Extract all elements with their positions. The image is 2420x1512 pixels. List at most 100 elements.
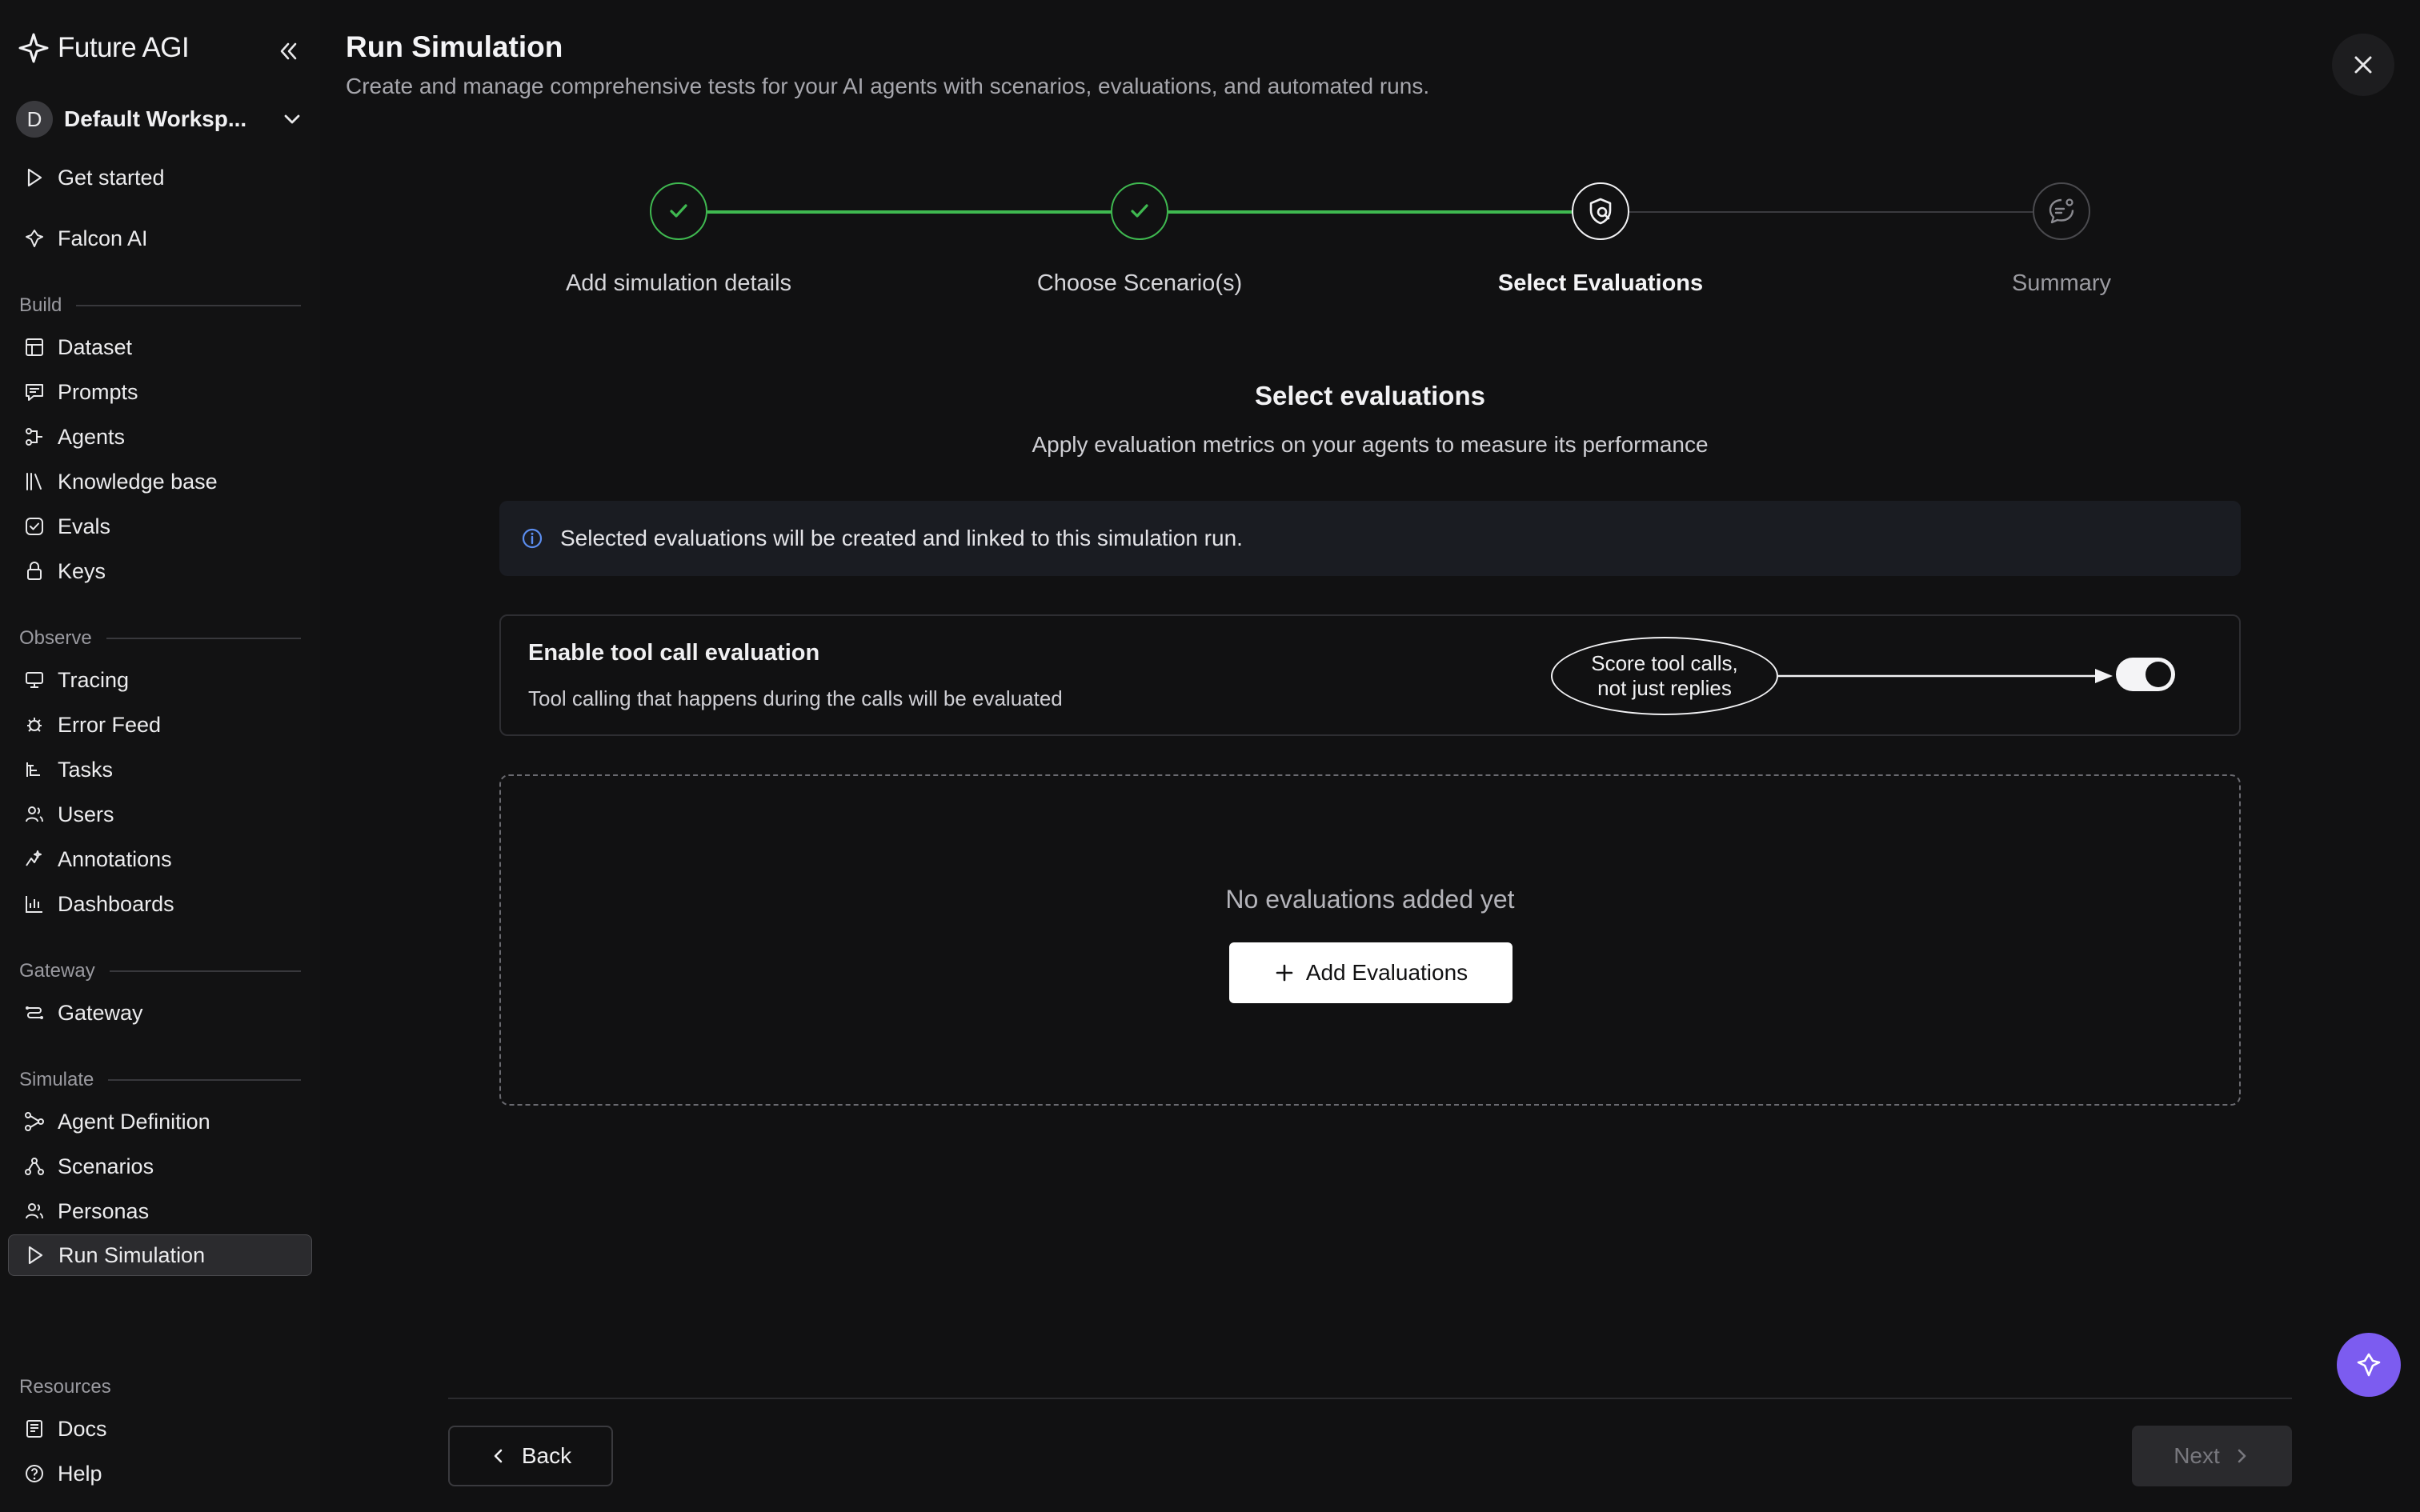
nav-label: Tracing — [58, 667, 130, 692]
nav-label: Knowledge base — [58, 469, 218, 494]
nav-agents[interactable]: Agents — [8, 416, 312, 458]
step-3-label: Select Evaluations — [1497, 270, 1704, 296]
nav-dashboards[interactable]: Dashboards — [8, 883, 312, 925]
nav-label: Users — [58, 802, 114, 826]
nav-personas[interactable]: Personas — [8, 1190, 312, 1232]
bug-icon — [22, 713, 46, 737]
users-icon — [22, 802, 46, 826]
step-connector-pending — [1629, 211, 2034, 213]
nav-prompts[interactable]: Prompts — [8, 371, 312, 413]
chevron-left-icon — [494, 1449, 503, 1463]
check-icon — [670, 204, 687, 218]
info-icon — [522, 528, 543, 549]
nav-run-simulation[interactable]: Run Simulation — [8, 1234, 312, 1276]
tool-call-toggle[interactable] — [2116, 658, 2175, 691]
brand-name: Future AGI — [58, 32, 190, 63]
add-evaluations-button[interactable]: Add Evaluations — [1229, 942, 1512, 1003]
nav-knowledge-base[interactable]: Knowledge base — [8, 461, 312, 502]
nav-dataset[interactable]: Dataset — [8, 326, 312, 368]
collapse-sidebar-button[interactable] — [272, 35, 304, 67]
nodes-icon — [22, 1110, 46, 1134]
chevron-right-icon — [2238, 1449, 2246, 1463]
double-chevron-left-icon — [280, 42, 297, 60]
tasks-icon — [22, 758, 46, 782]
step-connector-complete — [707, 210, 1112, 214]
bar-chart-icon — [22, 892, 46, 916]
falcon-icon — [22, 226, 46, 250]
lock-icon — [22, 559, 46, 583]
users-icon — [22, 1199, 46, 1223]
toggle-knob — [2146, 662, 2171, 687]
section-resources: Resources — [19, 1376, 301, 1398]
step-1-indicator[interactable] — [650, 182, 707, 240]
future-agi-logo-icon — [18, 33, 49, 63]
brand[interactable]: Future AGI — [18, 32, 190, 64]
nav-tasks[interactable]: Tasks — [8, 749, 312, 790]
page-subtitle: Create and manage comprehensive tests fo… — [346, 74, 1430, 98]
close-button[interactable] — [2332, 34, 2394, 96]
nav-keys[interactable]: Keys — [8, 550, 312, 592]
annotation-callout: Score tool calls, not just replies — [1551, 637, 1778, 715]
nav-gateway[interactable]: Gateway — [8, 992, 312, 1034]
branch-icon — [22, 1154, 46, 1178]
nav-evals[interactable]: Evals — [8, 506, 312, 547]
callout-arrow — [1778, 669, 2113, 683]
back-label: Back — [521, 1443, 572, 1468]
nav-error-feed[interactable]: Error Feed — [8, 704, 312, 746]
nav-label: Error Feed — [58, 712, 162, 737]
add-evaluations-label: Add Evaluations — [1305, 960, 1468, 985]
nav-annotations[interactable]: Annotations — [8, 838, 312, 880]
section-subtitle: Apply evaluation metrics on your agents … — [1032, 432, 1709, 457]
falcon-icon — [2357, 1353, 2381, 1377]
nav-label: Keys — [58, 558, 106, 583]
nav-label: Scenarios — [58, 1154, 154, 1178]
check-square-icon — [22, 514, 46, 538]
callout-line-2: not just replies — [1597, 676, 1732, 700]
footer-divider — [448, 1398, 2292, 1399]
step-3-indicator[interactable] — [1572, 182, 1629, 240]
falcon-assistant-button[interactable] — [2337, 1333, 2401, 1397]
nav-get-started[interactable]: Get started — [8, 157, 312, 198]
nav-label: Annotations — [58, 846, 172, 871]
nav-label: Docs — [58, 1416, 107, 1441]
section-title: Gateway — [19, 960, 95, 982]
nav-docs[interactable]: Docs — [8, 1408, 312, 1450]
section-simulate: Simulate — [19, 1069, 301, 1091]
step-connector-complete — [1168, 210, 1573, 214]
next-label: Next — [2174, 1443, 2220, 1468]
nav-scenarios[interactable]: Scenarios — [8, 1146, 312, 1187]
close-icon — [2354, 56, 2372, 74]
workspace-switcher[interactable]: D Default Worksp... — [16, 101, 304, 138]
nav-label: Prompts — [58, 379, 138, 404]
section-gateway: Gateway — [19, 960, 301, 982]
callout-line-1: Score tool calls, — [1591, 651, 1738, 675]
tool-call-description: Tool calling that happens during the cal… — [528, 686, 1063, 710]
step-2-indicator[interactable] — [1111, 182, 1168, 240]
nav-tracing[interactable]: Tracing — [8, 659, 312, 701]
sparkle-icon — [22, 847, 46, 871]
nav-label: Agents — [58, 424, 126, 449]
nav-label: Run Simulation — [58, 1242, 206, 1267]
nav-agent-definition[interactable]: Agent Definition — [8, 1101, 312, 1142]
step-4-indicator[interactable] — [2033, 182, 2090, 240]
step-4-label: Summary — [2011, 270, 2112, 296]
nav-label: Get started — [58, 165, 165, 190]
nav-label: Tasks — [58, 757, 114, 782]
chevron-down-icon — [284, 114, 300, 124]
empty-state-text: No evaluations added yet — [1225, 885, 1515, 914]
library-icon — [22, 470, 46, 494]
info-banner-text: Selected evaluations will be created and… — [560, 526, 1243, 550]
section-title: Observe — [19, 627, 92, 649]
next-button[interactable]: Next — [2132, 1426, 2292, 1486]
gateway-icon — [22, 1001, 46, 1025]
nav-help[interactable]: Help — [8, 1453, 312, 1494]
section-title: Simulate — [19, 1069, 94, 1090]
docs-icon — [22, 1417, 46, 1441]
nav-label: Help — [58, 1461, 102, 1486]
nav-users[interactable]: Users — [8, 794, 312, 835]
nav-label: Falcon AI — [58, 226, 148, 250]
back-button[interactable]: Back — [448, 1426, 613, 1486]
nav-label: Personas — [58, 1198, 150, 1223]
monitor-icon — [22, 668, 46, 692]
nav-falcon-ai[interactable]: Falcon AI — [8, 218, 312, 259]
